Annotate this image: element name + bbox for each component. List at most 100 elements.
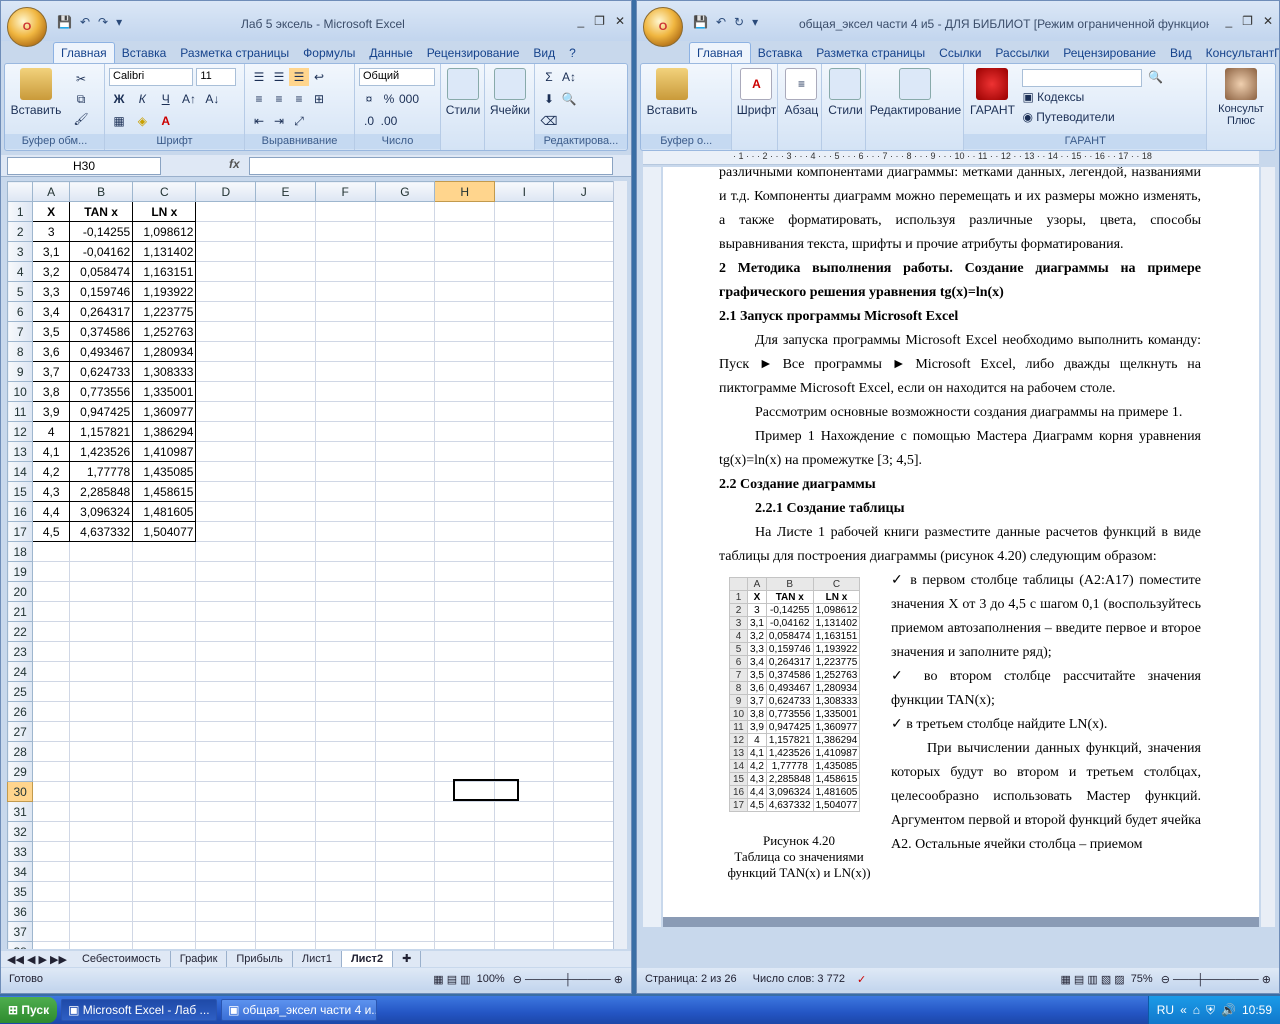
row-header[interactable]: 8	[7, 341, 34, 362]
column-header[interactable]: H	[434, 181, 496, 202]
cell[interactable]	[553, 581, 614, 602]
cell[interactable]	[374, 241, 436, 262]
cell[interactable]	[314, 301, 376, 322]
cell[interactable]	[255, 301, 316, 322]
row-header[interactable]: 33	[7, 841, 34, 862]
cell[interactable]	[374, 221, 436, 242]
row-header[interactable]: 17	[7, 521, 34, 542]
cell[interactable]	[32, 721, 70, 742]
cell[interactable]	[68, 861, 134, 882]
cell[interactable]: 0,947425	[68, 401, 134, 422]
cell[interactable]	[255, 201, 316, 222]
cell[interactable]: 1,435085	[132, 461, 197, 482]
cell[interactable]	[195, 361, 257, 382]
cell[interactable]	[434, 681, 496, 702]
row-header[interactable]: 1	[7, 201, 34, 222]
cell[interactable]	[132, 541, 197, 562]
row-header[interactable]: 32	[7, 821, 34, 842]
cell[interactable]	[195, 721, 257, 742]
cell[interactable]	[195, 641, 257, 662]
row-header[interactable]: 29	[7, 761, 34, 782]
document-area[interactable]: различными компонентами диаграммы: метка…	[663, 167, 1259, 927]
save-icon[interactable]: 💾	[57, 15, 72, 29]
cell[interactable]	[553, 601, 614, 622]
row-header[interactable]: 2	[7, 221, 34, 242]
cell[interactable]	[255, 581, 316, 602]
cell[interactable]	[434, 221, 496, 242]
cell[interactable]: 4	[32, 421, 70, 442]
cell[interactable]	[374, 381, 436, 402]
cell[interactable]	[553, 801, 614, 822]
cell[interactable]	[32, 881, 70, 902]
cell[interactable]	[553, 241, 614, 262]
cell[interactable]	[195, 321, 257, 342]
shrink-font-icon[interactable]: A↓	[202, 90, 222, 108]
cell[interactable]	[314, 201, 376, 222]
cell[interactable]	[494, 741, 555, 762]
row-header[interactable]: 23	[7, 641, 34, 662]
cell[interactable]	[553, 681, 614, 702]
cell[interactable]	[255, 241, 316, 262]
cell[interactable]	[195, 341, 257, 362]
redo-icon[interactable]: ↷	[98, 15, 108, 29]
tab-page-layout[interactable]: Разметка страницы	[173, 43, 296, 63]
cell[interactable]	[195, 261, 257, 282]
cell[interactable]	[195, 201, 257, 222]
cell[interactable]	[195, 881, 257, 902]
cell[interactable]	[374, 781, 436, 802]
cell[interactable]	[314, 381, 376, 402]
cell[interactable]	[255, 281, 316, 302]
cell[interactable]	[195, 861, 257, 882]
cell[interactable]	[255, 641, 316, 662]
cell[interactable]	[553, 461, 614, 482]
horizontal-ruler[interactable]: · 1 · · · 2 · · · 3 · · · 4 · · · 5 · · …	[643, 151, 1259, 165]
cell[interactable]	[255, 401, 316, 422]
garant-search-icon[interactable]: 🔍	[1146, 68, 1166, 86]
cell[interactable]: 0,374586	[68, 321, 134, 342]
word-minimize-icon[interactable]: _	[1225, 14, 1232, 28]
cell[interactable]	[255, 541, 316, 562]
cell[interactable]	[434, 261, 496, 282]
row-header[interactable]: 5	[7, 281, 34, 302]
cell[interactable]	[32, 601, 70, 622]
cell[interactable]	[314, 821, 376, 842]
word-tab-layout[interactable]: Разметка страницы	[809, 43, 932, 63]
cell[interactable]	[255, 481, 316, 502]
cell[interactable]	[374, 501, 436, 522]
fill-icon[interactable]: ⬇	[539, 90, 559, 108]
cell[interactable]	[132, 941, 197, 949]
word-paragraph-button[interactable]: ≡ Абзац	[782, 68, 820, 117]
cell[interactable]	[195, 621, 257, 642]
cell[interactable]	[314, 441, 376, 462]
cell[interactable]	[255, 461, 316, 482]
cell[interactable]	[434, 241, 496, 262]
cell[interactable]	[255, 661, 316, 682]
cell[interactable]	[374, 321, 436, 342]
cell[interactable]	[68, 681, 134, 702]
tray-expand-icon[interactable]: «	[1180, 1003, 1187, 1017]
cell[interactable]	[195, 581, 257, 602]
cell[interactable]: X	[32, 201, 70, 222]
cell[interactable]	[255, 261, 316, 282]
cell[interactable]	[494, 221, 555, 242]
cell[interactable]	[434, 201, 496, 222]
cell[interactable]	[68, 581, 134, 602]
cell[interactable]	[314, 541, 376, 562]
row-header[interactable]: 16	[7, 501, 34, 522]
cell[interactable]	[68, 941, 134, 949]
cell[interactable]	[553, 921, 614, 942]
copy-icon[interactable]: ⧉	[71, 90, 91, 108]
cell[interactable]	[374, 841, 436, 862]
cell[interactable]: 0,773556	[68, 381, 134, 402]
cell[interactable]	[195, 221, 257, 242]
cell[interactable]	[132, 801, 197, 822]
align-right-icon[interactable]: ≡	[289, 90, 309, 108]
bold-icon[interactable]: Ж	[109, 90, 129, 108]
cell[interactable]	[434, 501, 496, 522]
cell[interactable]: 0,493467	[68, 341, 134, 362]
cell[interactable]: -0,04162	[68, 241, 134, 262]
cell[interactable]	[314, 881, 376, 902]
cell[interactable]	[553, 641, 614, 662]
cell[interactable]	[494, 421, 555, 442]
row-header[interactable]: 6	[7, 301, 34, 322]
